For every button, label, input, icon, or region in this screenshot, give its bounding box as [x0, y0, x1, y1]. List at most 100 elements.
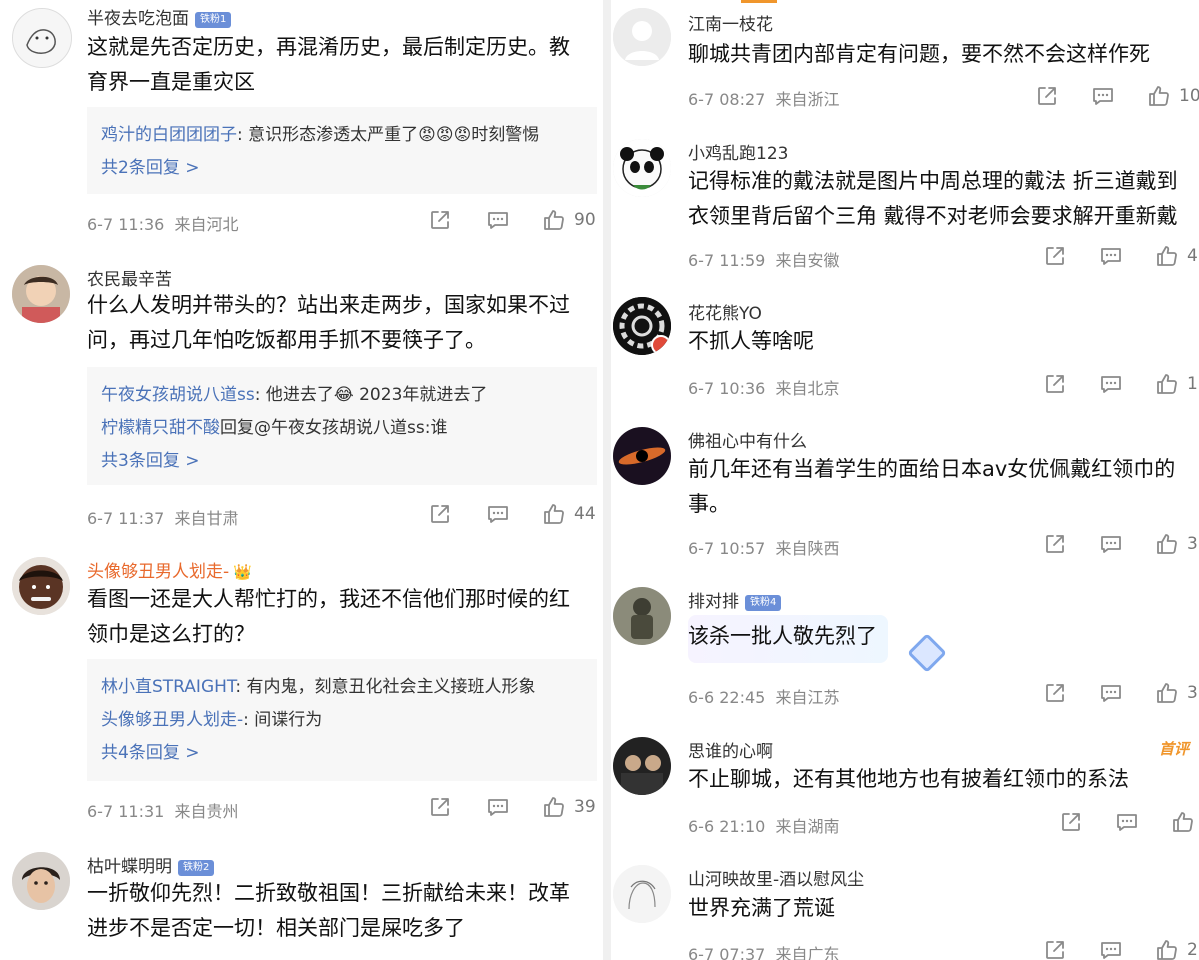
like-button[interactable]: 44: [542, 502, 596, 526]
share-icon[interactable]: [1043, 938, 1067, 960]
avatar[interactable]: [613, 297, 671, 355]
reply-icon[interactable]: [1115, 810, 1139, 834]
timestamp: 6-7 11:59: [688, 251, 766, 270]
comment-item: 排对排 铁粉4 该杀一批人敬先烈了 6-6 22:45 来自江苏 3: [611, 575, 1199, 725]
reply-line[interactable]: 鸡汁的白团团团子: 意识形态渗透太严重了😡😡😡时刻警惕: [101, 119, 583, 152]
share-icon[interactable]: [428, 208, 452, 232]
like-count: 1: [1187, 374, 1198, 394]
reply-username[interactable]: 柠檬精只甜不酸: [101, 418, 220, 438]
comment-item: 思谁的心啊 首评 不止聊城，还有其他地方也有披着红领巾的系法 6-6 21:10…: [611, 725, 1199, 855]
reply-line[interactable]: 午夜女孩胡说八道ss: 他进去了😂 2023年就进去了: [101, 379, 583, 412]
share-icon[interactable]: [428, 795, 452, 819]
avatar[interactable]: [613, 865, 671, 923]
reply-icon[interactable]: [1099, 532, 1123, 556]
reply-line[interactable]: 头像够丑男人划走-: 间谍行为: [101, 704, 583, 737]
like-button[interactable]: 3: [1155, 532, 1198, 556]
comment-text: 世界充满了荒诞: [688, 896, 835, 920]
username[interactable]: 枯叶蝶明明 铁粉2: [87, 852, 215, 877]
view-more-replies-link[interactable]: 共4条回复 >: [101, 737, 583, 770]
like-button[interactable]: [1171, 810, 1195, 834]
fan-badge: 铁粉1: [195, 12, 232, 28]
username[interactable]: 江南一枝花: [688, 10, 773, 35]
reply-username[interactable]: 鸡汁的白团团团子: [101, 125, 237, 145]
like-button[interactable]: 2: [1155, 938, 1198, 960]
avatar[interactable]: [12, 557, 70, 615]
timestamp: 6-7 10:57: [688, 539, 766, 558]
comment-meta: 6-7 10:57 来自陕西: [688, 535, 840, 559]
comment-text: 什么人发明并带头的？站出来走两步，国家如果不过 问，再过几年怕吃饭都用手抓不要筷子…: [87, 293, 570, 352]
timestamp: 6-6 21:10: [688, 817, 766, 836]
username[interactable]: 头像够丑男人划走- 👑: [87, 557, 252, 582]
location: 来自广东: [775, 945, 840, 960]
comment-item: 半夜去吃泡面 铁粉1 这就是先否定历史，再混淆历史，最后制定历史。教 育界一直是重灾…: [0, 0, 603, 255]
reply-username[interactable]: 头像够丑男人划走-: [101, 710, 243, 730]
username[interactable]: 山河映故里-酒以慰风尘: [688, 865, 864, 890]
reply-preview[interactable]: 鸡汁的白团团团子: 意识形态渗透太严重了😡😡😡时刻警惕 共2条回复 >: [87, 107, 597, 194]
reply-line[interactable]: 林小直STRAIGHT: 有内鬼，刻意丑化社会主义接班人形象: [101, 671, 583, 704]
avatar[interactable]: [12, 8, 72, 68]
reply-preview[interactable]: 午夜女孩胡说八道ss: 他进去了😂 2023年就进去了 柠檬精只甜不酸回复@午夜…: [87, 367, 597, 485]
reply-username[interactable]: 林小直STRAIGHT: [101, 677, 235, 697]
avatar[interactable]: [613, 737, 671, 795]
share-icon[interactable]: [1043, 372, 1067, 396]
comment-meta: 6-7 11:37 来自甘肃: [87, 505, 239, 529]
like-count: 39: [574, 797, 596, 817]
username[interactable]: 花花熊YO: [688, 299, 762, 324]
comment-actions: [1059, 810, 1195, 834]
reply-icon[interactable]: [1099, 244, 1123, 268]
reply-icon[interactable]: [1099, 681, 1123, 705]
share-icon[interactable]: [1043, 532, 1067, 556]
fan-badge: 铁粉2: [178, 860, 215, 876]
username[interactable]: 半夜去吃泡面 铁粉1: [87, 4, 232, 29]
like-button[interactable]: 3: [1155, 681, 1198, 705]
share-icon[interactable]: [1059, 810, 1083, 834]
avatar[interactable]: [12, 265, 70, 323]
username[interactable]: 农民最辛苦: [87, 265, 172, 290]
view-more-replies-link[interactable]: 共2条回复 >: [101, 152, 583, 185]
reply-icon[interactable]: [486, 502, 510, 526]
timestamp: 6-7 11:36: [87, 215, 165, 234]
like-button[interactable]: 10: [1147, 84, 1199, 108]
like-button[interactable]: 39: [542, 795, 596, 819]
avatar[interactable]: [613, 8, 671, 66]
like-count: 44: [574, 504, 596, 524]
avatar[interactable]: [613, 427, 671, 485]
reply-icon[interactable]: [1099, 372, 1123, 396]
share-icon[interactable]: [1043, 681, 1067, 705]
comment-text: 记得标准的戴法就是图片中周总理的戴法 折三道戴到 衣领里背后留个三角 戴得不对老师…: [688, 169, 1178, 228]
comment-text: 不抓人等啥呢: [688, 329, 814, 353]
share-icon[interactable]: [1035, 84, 1059, 108]
comment-text: 这就是先否定历史，再混淆历史，最后制定历史。教 育界一直是重灾区: [87, 35, 570, 94]
reply-icon[interactable]: [1099, 938, 1123, 960]
thumbs-up-icon: [1155, 681, 1179, 705]
view-more-replies-link[interactable]: 共3条回复 >: [101, 445, 583, 478]
username[interactable]: 思谁的心啊: [688, 737, 773, 762]
username[interactable]: 小鸡乱跑123: [688, 139, 788, 164]
like-button[interactable]: 1: [1155, 372, 1198, 396]
share-icon[interactable]: [1043, 244, 1067, 268]
share-icon[interactable]: [428, 502, 452, 526]
location: 来自甘肃: [174, 509, 239, 528]
avatar[interactable]: [613, 139, 671, 197]
like-button[interactable]: 4: [1155, 244, 1198, 268]
username[interactable]: 排对排 铁粉4: [688, 587, 782, 612]
reply-preview[interactable]: 林小直STRAIGHT: 有内鬼，刻意丑化社会主义接班人形象 头像够丑男人划走-…: [87, 659, 597, 781]
reply-icon[interactable]: [486, 795, 510, 819]
comment-item: 山河映故里-酒以慰风尘 世界充满了荒诞 6-7 07:37 来自广东 2: [611, 855, 1199, 960]
reply-icon[interactable]: [486, 208, 510, 232]
timestamp: 6-7 11:31: [87, 802, 165, 821]
username[interactable]: 佛祖心中有什么: [688, 427, 807, 452]
comment-text: 不止聊城，还有其他地方也有披着红领巾的系法: [688, 767, 1129, 791]
thumbs-up-icon: [1155, 938, 1179, 960]
reply-line[interactable]: 柠檬精只甜不酸回复@午夜女孩胡说八道ss:谁: [101, 412, 583, 445]
like-button[interactable]: 90: [542, 208, 596, 232]
reply-icon[interactable]: [1091, 84, 1115, 108]
location: 来自贵州: [174, 802, 239, 821]
reply-username[interactable]: 午夜女孩胡说八道ss: [101, 385, 255, 405]
comment-meta: 6-7 08:27 来自浙江: [688, 86, 840, 110]
avatar[interactable]: [12, 852, 70, 910]
comment-text: 聊城共青团内部肯定有问题，要不然不会这样作死: [688, 42, 1150, 66]
comment-actions: 3: [1043, 532, 1198, 556]
avatar[interactable]: [613, 587, 671, 645]
timestamp: 6-7 10:36: [688, 379, 766, 398]
